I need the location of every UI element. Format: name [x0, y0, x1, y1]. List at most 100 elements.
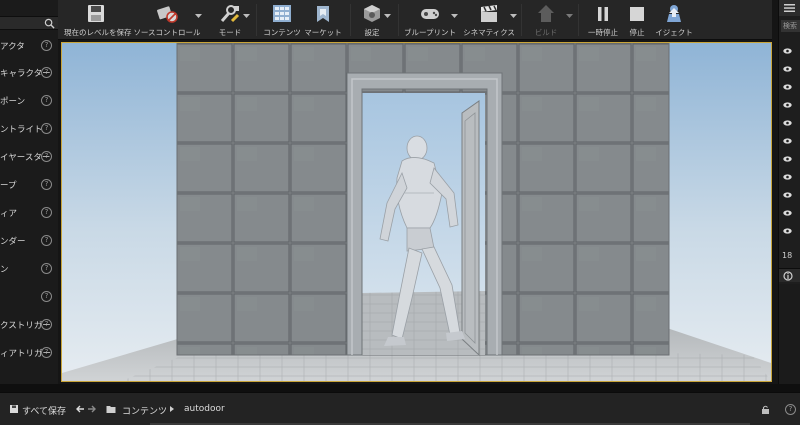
help-icon[interactable]: ?: [41, 67, 52, 78]
cinematics-label: シネマティクス: [463, 28, 515, 37]
place-actors-panel: アクタ ? キャラクター ? ポーン ? ントライト ? イヤースター ? ープ…: [0, 0, 58, 392]
viewport-scene: [62, 43, 771, 381]
toolbar-separator: [521, 4, 522, 36]
toolbar-separator: [256, 4, 257, 36]
save-icon: [88, 5, 104, 22]
outliner-item-count: 18: [782, 251, 793, 260]
clapperboard-icon: [481, 5, 497, 22]
details-tab[interactable]: [779, 268, 800, 282]
settings-label: 設定: [364, 28, 380, 37]
details-icon: [783, 271, 793, 281]
place-item-cube[interactable]: ープ ?: [0, 172, 58, 199]
place-item-sphere-trigger[interactable]: ィアトリガー ?: [0, 340, 58, 367]
help-icon[interactable]: ?: [41, 207, 52, 218]
place-item-box-trigger[interactable]: クストリガー ?: [0, 312, 58, 339]
marketplace-icon: [317, 6, 329, 22]
visibility-eye-icon[interactable]: [783, 210, 792, 216]
visibility-eye-icon[interactable]: [783, 48, 792, 54]
place-item-plane[interactable]: ?: [0, 284, 58, 311]
visibility-eye-icon[interactable]: [783, 174, 792, 180]
breadcrumb-autodoor[interactable]: autodoor: [184, 404, 225, 414]
save-level-button[interactable]: 現在のレベルを保存: [64, 0, 132, 40]
panel-divider: [0, 384, 800, 392]
forward-arrow-icon[interactable]: [87, 404, 97, 414]
outliner-search-field[interactable]: 検索: [781, 20, 800, 32]
modes-label: モード: [218, 28, 242, 37]
build-label: ビルド: [534, 28, 558, 37]
eject-button[interactable]: イジェクト: [654, 0, 694, 40]
toolbar-separator: [350, 4, 351, 36]
outliner-tab[interactable]: [779, 0, 800, 16]
level-viewport[interactable]: [61, 42, 772, 382]
list-icon: [784, 4, 795, 12]
chevron-down-icon[interactable]: [451, 13, 458, 19]
source-control-icon: [157, 6, 178, 23]
content-button[interactable]: コンテンツ: [262, 0, 302, 40]
visibility-eye-icon[interactable]: [783, 66, 792, 72]
help-icon[interactable]: ?: [785, 404, 796, 415]
place-item-player-start[interactable]: イヤースター ?: [0, 144, 58, 171]
help-icon[interactable]: ?: [41, 95, 52, 106]
modes-button[interactable]: モード: [210, 0, 250, 40]
place-item-sphere[interactable]: ィア ?: [0, 200, 58, 227]
place-item-label: ントライト: [0, 125, 43, 135]
lock-icon[interactable]: [761, 405, 770, 414]
help-icon[interactable]: ?: [41, 179, 52, 190]
help-icon[interactable]: ?: [41, 151, 52, 162]
chevron-down-icon[interactable]: [566, 13, 573, 19]
chevron-down-icon[interactable]: [510, 13, 517, 19]
place-item-label: ープ: [0, 181, 17, 191]
eject-label: イジェクト: [655, 28, 693, 37]
toolbar-separator: [578, 4, 579, 36]
folder-icon: [106, 406, 116, 413]
chevron-down-icon[interactable]: [195, 13, 202, 19]
help-icon[interactable]: ?: [41, 235, 52, 246]
content-browser-bar: すべて保存 コンテンツ autodoor ?: [0, 392, 800, 425]
place-item-cylinder[interactable]: ンダー ?: [0, 228, 58, 255]
eject-icon: [667, 5, 681, 22]
blueprints-label: ブループリント: [403, 28, 457, 37]
visibility-eye-icon[interactable]: [783, 84, 792, 90]
help-icon[interactable]: ?: [41, 291, 52, 302]
marketplace-button[interactable]: マーケット: [302, 0, 344, 40]
chevron-down-icon[interactable]: [243, 13, 250, 19]
build-button[interactable]: ビルド: [526, 0, 566, 40]
visibility-eye-icon[interactable]: [783, 192, 792, 198]
search-icon[interactable]: [44, 18, 55, 29]
help-icon[interactable]: ?: [41, 347, 52, 358]
visibility-eye-icon[interactable]: [783, 138, 792, 144]
visibility-eye-icon[interactable]: [783, 156, 792, 162]
back-arrow-icon[interactable]: [75, 404, 85, 414]
chevron-down-icon[interactable]: [384, 13, 391, 19]
cinematics-button[interactable]: シネマティクス: [461, 0, 517, 40]
place-item-label: ポーン: [0, 97, 26, 107]
breadcrumb-content[interactable]: コンテンツ: [122, 404, 167, 417]
place-item-point-light[interactable]: ントライト ?: [0, 116, 58, 143]
pause-label: 一時停止: [588, 28, 618, 37]
stop-icon: [630, 7, 644, 21]
place-item-label: ィア: [0, 209, 18, 219]
visibility-eye-icon[interactable]: [783, 228, 792, 234]
help-icon[interactable]: ?: [41, 263, 52, 274]
blueprints-button[interactable]: ブループリント: [402, 0, 458, 40]
place-item-pawn[interactable]: ポーン ?: [0, 88, 58, 115]
place-item-actor[interactable]: アクタ ?: [0, 33, 58, 60]
settings-button[interactable]: 設定: [354, 0, 390, 40]
save-all-button[interactable]: すべて保存: [22, 404, 66, 417]
place-item-cone[interactable]: ン ?: [0, 256, 58, 283]
place-item-character[interactable]: キャラクター ?: [0, 60, 58, 87]
pause-button[interactable]: 一時停止: [586, 0, 620, 40]
help-icon[interactable]: ?: [41, 319, 52, 330]
stop-button[interactable]: 停止: [622, 0, 652, 40]
content-browser-icon: [273, 5, 291, 22]
visibility-eye-icon[interactable]: [783, 102, 792, 108]
open-door-panel: [461, 100, 480, 357]
source-control-button[interactable]: ソースコントロール: [133, 0, 201, 40]
settings-icon: [364, 5, 380, 22]
help-icon[interactable]: ?: [41, 123, 52, 134]
help-icon[interactable]: ?: [41, 40, 52, 51]
place-actors-search-field[interactable]: [0, 16, 58, 30]
visibility-eye-icon[interactable]: [783, 120, 792, 126]
content-label: コンテンツ: [263, 28, 301, 37]
pause-icon: [598, 7, 608, 21]
